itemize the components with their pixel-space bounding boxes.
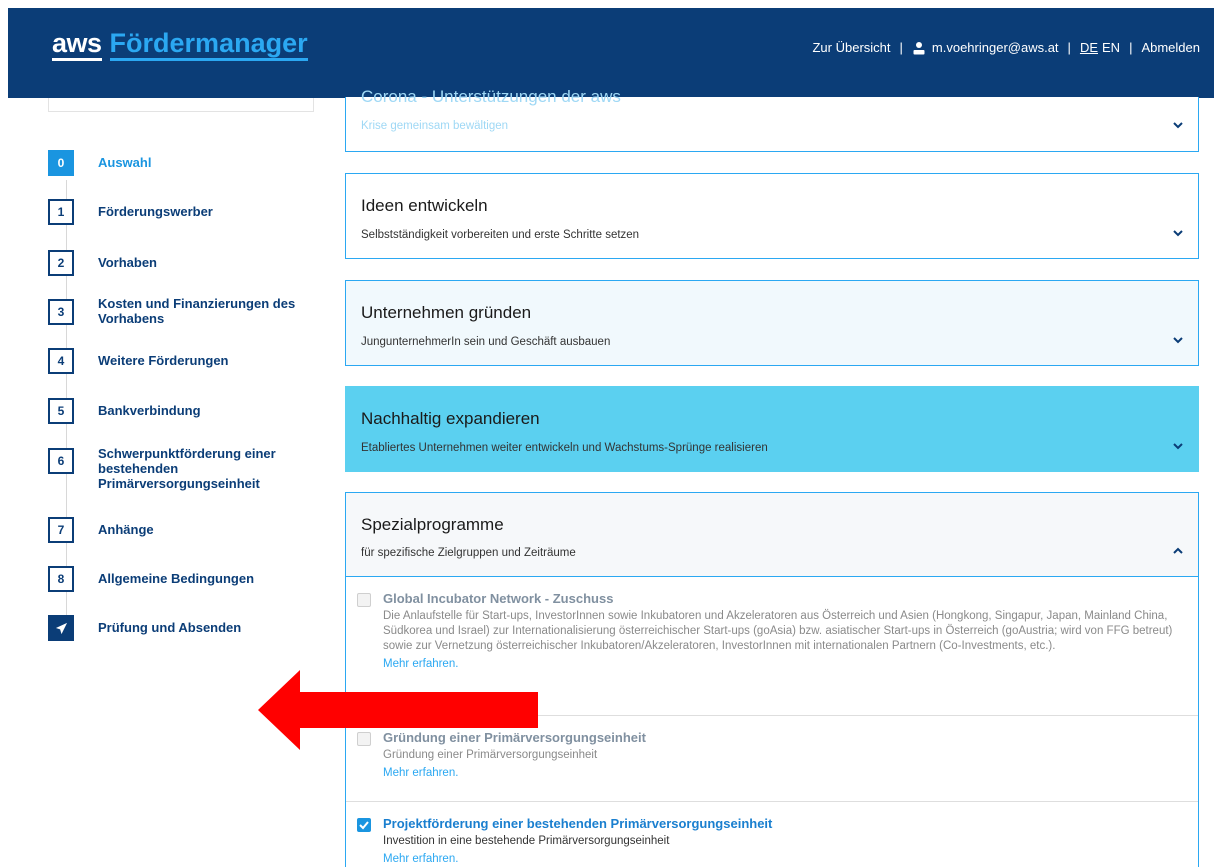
step-label: Weitere Förderungen [98, 353, 229, 368]
step-pruefung-absenden[interactable]: Prüfung und Absenden [48, 615, 313, 641]
step-number: 1 [48, 199, 74, 225]
step-foerderungswerber[interactable]: 1 Förderungswerber [48, 199, 313, 225]
nav-separator: | [1129, 40, 1133, 55]
lang-de-link[interactable]: DE [1080, 40, 1098, 55]
chevron-down-icon[interactable] [1172, 440, 1184, 452]
program-item: Projektförderung einer bestehenden Primä… [346, 802, 1198, 867]
step-label: Vorhaben [98, 255, 157, 270]
step-schwerpunktfoerderung[interactable]: 6 Schwerpunktförderung einer bestehenden… [48, 446, 313, 491]
program-checkbox[interactable] [357, 593, 371, 607]
user-icon [913, 41, 925, 54]
section-unternehmen-gruenden[interactable]: Unternehmen gründen JungunternehmerIn se… [345, 280, 1199, 366]
program-description: Investition in eine bestehende Primärver… [383, 835, 670, 847]
step-label: Kosten und Finanzierungen des Vorhabens [98, 296, 296, 326]
logo-aws: aws [52, 30, 102, 61]
chevron-up-icon[interactable] [1172, 545, 1184, 557]
section-subtitle: für spezifische Zielgruppen und Zeiträum… [361, 547, 576, 559]
paper-plane-icon [55, 622, 67, 634]
nav-separator: | [1067, 40, 1071, 55]
step-number: 3 [48, 299, 74, 325]
step-number: 2 [48, 250, 74, 276]
chevron-down-icon[interactable] [1172, 334, 1184, 346]
program-description: Die Anlaufstelle für Start-ups, Investor… [383, 610, 1173, 652]
section-subtitle: JungunternehmerIn sein und Geschäft ausb… [361, 336, 611, 348]
step-number: 6 [48, 448, 74, 474]
program-more-link[interactable]: Mehr erfahren. [383, 766, 458, 781]
step-label: Auswahl [98, 155, 152, 170]
section-title: Ideen entwickeln [361, 196, 488, 215]
program-title: Global Incubator Network - Zuschuss [383, 591, 614, 606]
user-email: m.voehringer@aws.at [931, 40, 1059, 55]
step-number: 7 [48, 517, 74, 543]
nav-separator: | [899, 40, 903, 55]
section-subtitle: Etabliertes Unternehmen weiter entwickel… [361, 442, 768, 454]
step-number: 4 [48, 348, 74, 374]
step-number: 5 [48, 398, 74, 424]
section-title: Unternehmen gründen [361, 303, 532, 322]
program-title: Projektförderung einer bestehenden Primä… [383, 816, 773, 831]
step-bankverbindung[interactable]: 5 Bankverbindung [48, 398, 313, 424]
logo-product-name: Fördermanager [109, 30, 308, 61]
section-subtitle: Krise gemeinsam bewältigen [361, 120, 509, 132]
step-number: 0 [48, 150, 74, 176]
step-label: Prüfung und Absenden [98, 620, 242, 635]
program-more-link[interactable]: Mehr erfahren. [383, 852, 458, 867]
sidebar-search-box[interactable] [48, 98, 314, 112]
section-ideen-entwickeln[interactable]: Ideen entwickeln Selbstständigkeit vorbe… [345, 173, 1199, 259]
user-menu[interactable]: m.voehringer@aws.at [912, 40, 1059, 55]
step-allgemeine-bedingungen[interactable]: 8 Allgemeine Bedingungen [48, 566, 313, 592]
logout-link[interactable]: Abmelden [1141, 40, 1200, 55]
step-weitere-foerderungen[interactable]: 4 Weitere Förderungen [48, 348, 313, 374]
red-arrow-annotation [258, 670, 538, 750]
step-auswahl[interactable]: 0 Auswahl [48, 150, 313, 176]
program-checkbox[interactable] [357, 818, 371, 832]
overview-link[interactable]: Zur Übersicht [812, 40, 890, 55]
section-corona[interactable]: Corona - Unterstützungen der aws Krise g… [345, 87, 1199, 152]
lang-en-link[interactable]: EN [1102, 40, 1120, 55]
program-description: Gründung einer Primärversorgungseinheit [383, 749, 598, 761]
checkmark-icon [359, 821, 369, 830]
step-label: Bankverbindung [98, 403, 201, 418]
section-title: Corona - Unterstützungen der aws [361, 87, 621, 106]
section-nachhaltig-expandieren[interactable]: Nachhaltig expandieren Etabliertes Unter… [345, 386, 1199, 472]
chevron-down-icon[interactable] [1172, 227, 1184, 239]
step-label: Allgemeine Bedingungen [98, 571, 255, 586]
section-header[interactable]: Spezialprogramme für spezifische Zielgru… [346, 493, 1198, 577]
step-label: Schwerpunktförderung einer bestehenden P… [98, 446, 276, 491]
step-vorhaben[interactable]: 2 Vorhaben [48, 250, 313, 276]
step-anhaenge[interactable]: 7 Anhänge [48, 517, 313, 543]
logo[interactable]: aws Fördermanager [52, 30, 308, 61]
section-subtitle: Selbstständigkeit vorbereiten und erste … [361, 229, 640, 241]
step-number [48, 615, 74, 641]
step-number: 8 [48, 566, 74, 592]
step-label: Förderungswerber [98, 204, 213, 219]
step-kosten-finanzierungen[interactable]: 3 Kosten und Finanzierungen des Vorhaben… [48, 296, 313, 326]
step-label: Anhänge [98, 522, 154, 537]
section-title: Nachhaltig expandieren [361, 409, 540, 428]
top-navigation: Zur Übersicht | m.voehringer@aws.at | DE… [812, 40, 1200, 55]
chevron-down-icon[interactable] [1172, 119, 1184, 131]
section-title: Spezialprogramme [361, 515, 504, 534]
app-header: aws Fördermanager Zur Übersicht | m.voeh… [8, 8, 1214, 98]
